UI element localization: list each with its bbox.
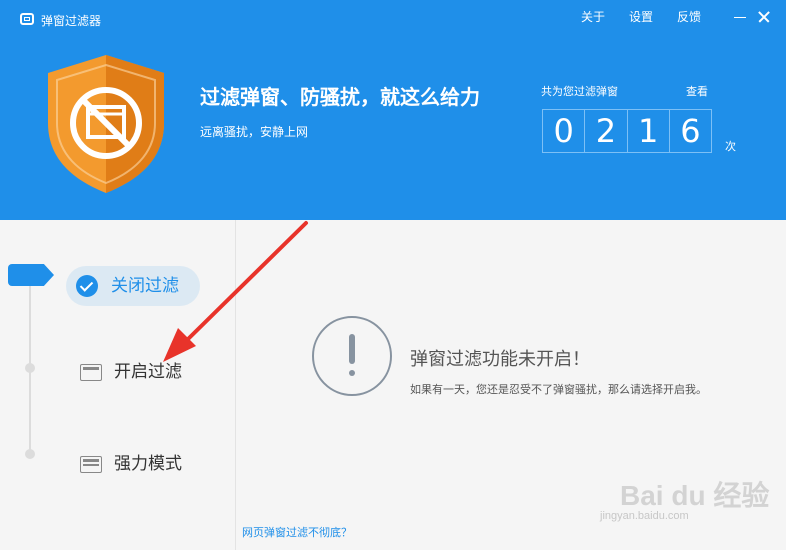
app-title: 弹窗过滤器 [41, 14, 102, 28]
disable-filter-button[interactable]: 关闭过滤 [66, 266, 200, 306]
timeline-dot [25, 449, 35, 459]
filter-count-label: 共为您过滤弹窗 [541, 85, 618, 98]
slogan-heading: 过滤弹窗、防骚扰，就这么给力 [200, 85, 480, 109]
counter-digit: 1 [628, 110, 670, 152]
enable-filter-button[interactable]: 开启过滤 [80, 360, 182, 384]
counter-digit: 6 [680, 112, 701, 150]
view-link[interactable]: 查看 [686, 84, 708, 100]
check-icon [76, 275, 98, 297]
slogan-subtitle: 远离骚扰，安静上网 [200, 125, 309, 139]
app-window: 弹窗过滤器 关于 设置 反馈 过滤弹窗、防骚扰，就这么给力 远离骚扰，安静上网 … [0, 0, 786, 550]
counter-digit: 2 [585, 110, 628, 152]
settings-menu[interactable]: 设置 [629, 9, 653, 25]
feedback-menu[interactable]: 反馈 [677, 9, 701, 25]
shield-icon [48, 55, 164, 193]
filter-counter: 0 2 1 6 [542, 109, 712, 153]
status-title: 弹窗过滤功能未开启！ [410, 349, 590, 370]
watermark: Bai du 经验 jingyan.baidu.com [600, 470, 780, 542]
warning-icon [312, 316, 392, 396]
title-bar: 弹窗过滤器 关于 设置 反馈 [0, 0, 786, 34]
status-description: 如果有一天，您还是忍受不了弹窗骚扰，那么请选择开启我。 [410, 383, 707, 396]
disable-filter-label: 关闭过滤 [111, 276, 179, 296]
timeline-dot [25, 363, 35, 373]
window-icon [80, 363, 102, 381]
watermark-url: jingyan.baidu.com [600, 510, 689, 522]
strong-mode-button[interactable]: 强力模式 [80, 452, 182, 476]
window-stack-icon [80, 455, 102, 473]
app-logo-icon [20, 13, 34, 25]
strong-mode-label: 强力模式 [114, 454, 182, 474]
minimize-icon[interactable] [729, 6, 751, 28]
close-icon[interactable] [753, 6, 775, 28]
about-menu[interactable]: 关于 [581, 9, 605, 25]
header-banner: 弹窗过滤器 关于 设置 反馈 过滤弹窗、防骚扰，就这么给力 远离骚扰，安静上网 … [0, 0, 786, 220]
counter-unit: 次 [725, 140, 736, 153]
counter-digit: 0 [543, 110, 586, 152]
watermark-brand: Bai du 经验 [620, 480, 770, 511]
enable-filter-label: 开启过滤 [114, 362, 182, 382]
active-marker [8, 264, 54, 286]
mode-sidebar: 关闭过滤 开启过滤 强力模式 [0, 220, 236, 550]
